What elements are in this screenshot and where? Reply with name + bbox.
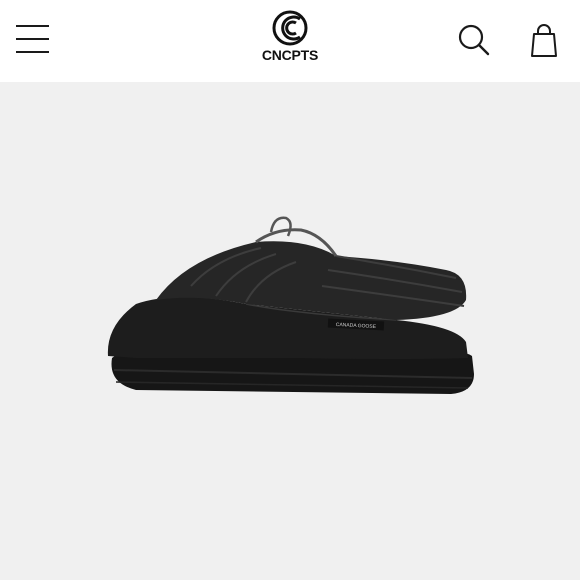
shopping-bag-icon <box>531 24 557 57</box>
brand-logo[interactable]: CNCPTS <box>250 10 330 68</box>
site-header: CNCPTS <box>0 0 580 82</box>
menu-button[interactable] <box>14 22 52 56</box>
product-photo[interactable]: CANADA GOOSE <box>96 208 486 408</box>
product-hero: CANADA GOOSE <box>0 82 580 580</box>
page: CNCPTS CANADA GOOSE <box>0 0 580 580</box>
search-button[interactable] <box>455 22 493 58</box>
logo-text: CNCPTS <box>261 47 319 63</box>
menu-line-middle <box>16 38 49 40</box>
logo-mark-icon <box>272 10 308 46</box>
search-icon <box>458 24 490 56</box>
menu-line-top <box>16 25 49 27</box>
menu-line-bottom <box>16 51 49 53</box>
cart-button[interactable] <box>527 21 561 59</box>
